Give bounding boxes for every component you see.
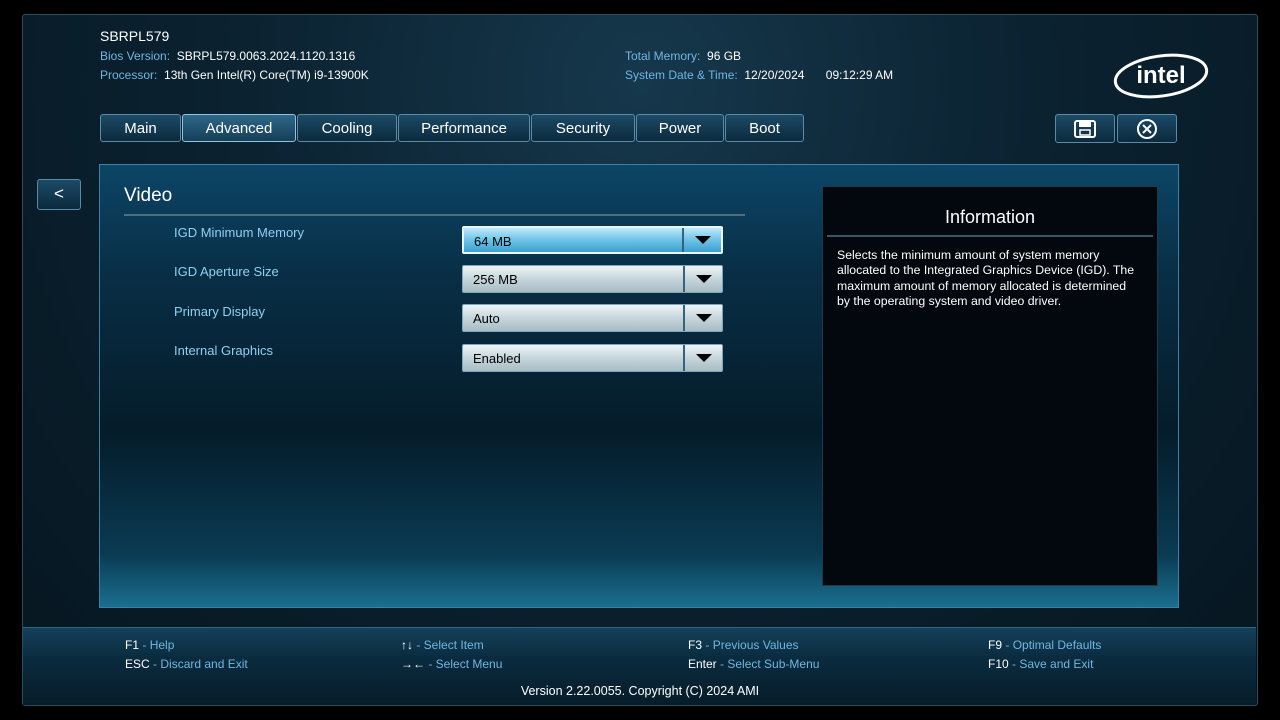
igd-aperture-size-select[interactable]: 256 MB [462,265,723,293]
setting-label-internal-graphics: Internal Graphics [174,343,273,358]
hotkey-f10: F10 - Save and Exit [988,657,1094,671]
primary-display-select[interactable]: Auto [462,304,723,332]
information-title: Information [944,207,1036,227]
setting-label-igd-aperture: IGD Aperture Size [174,264,279,279]
setting-label-primary-display: Primary Display [174,304,266,319]
datetime-label: System Date & Time: [625,68,738,82]
version-text: Version 2.22.0055. Copyright (C) 2024 AM… [520,684,760,698]
processor-value: 13th Gen Intel(R) Core(TM) i9-13900K [164,68,369,82]
tab-advanced[interactable]: Advanced [182,114,296,142]
select-value: Enabled [473,351,521,366]
exit-button[interactable] [1117,114,1177,143]
dropdown-button[interactable] [683,345,722,371]
tab-performance[interactable]: Performance [398,114,530,142]
time-value: 09:12:29 AM [825,68,894,82]
total-memory-value: 96 GB [707,49,742,63]
chevron-down-icon [695,275,712,283]
hotkey-f1: F1 - Help [125,638,175,652]
select-value: Auto [473,311,500,326]
tab-cooling[interactable]: Cooling [297,114,397,142]
information-text: Selects the minimum amount of system mem… [837,248,1135,308]
tab-power[interactable]: Power [636,114,724,142]
bios-version-row: Bios Version: SBRPL579.0063.2024.1120.13… [100,49,355,63]
dropdown-button[interactable] [683,305,722,331]
svg-text:intel: intel [1136,62,1185,89]
device-name: SBRPL579 [100,28,170,44]
bios-version-value: SBRPL579.0063.2024.1120.1316 [176,49,356,63]
hotkey-esc: ESC - Discard and Exit [125,657,248,671]
processor-row: Processor: 13th Gen Intel(R) Core(TM) i9… [100,68,369,82]
setting-label-igd-min-memory: IGD Minimum Memory [174,225,305,240]
total-memory-row: Total Memory: 96 GB [625,49,741,63]
floppy-disk-icon [1074,119,1096,138]
chevron-down-icon [695,354,712,362]
section-divider [124,214,745,216]
hotkey-enter: Enter - Select Sub-Menu [688,657,820,671]
select-value: 64 MB [474,234,512,249]
select-value: 256 MB [473,272,518,287]
internal-graphics-select[interactable]: Enabled [462,344,723,372]
back-button[interactable]: < [37,179,81,210]
datetime-row: System Date & Time: 12/20/2024 09:12:29 … [625,68,893,82]
tab-boot[interactable]: Boot [725,114,804,142]
igd-min-memory-select[interactable]: 64 MB [462,226,723,254]
dropdown-button[interactable] [682,228,721,252]
intel-logo: intel [1113,53,1209,99]
date-value: 12/20/2024 [744,68,805,82]
chevron-down-icon [694,236,711,244]
save-button[interactable] [1055,114,1115,143]
hotkey-f3: F3 - Previous Values [688,638,799,652]
tab-security[interactable]: Security [531,114,635,142]
information-panel: Information Selects the minimum amount o… [822,186,1158,586]
information-divider [827,235,1153,237]
chevron-down-icon [695,314,712,322]
section-title: Video [124,185,173,206]
total-memory-label: Total Memory: [625,49,701,63]
dropdown-button[interactable] [683,266,722,292]
tab-main[interactable]: Main [100,114,181,142]
hotkey-f9: F9 - Optimal Defaults [988,638,1102,652]
close-circle-icon [1137,118,1157,139]
processor-label: Processor: [100,68,158,82]
hotkey-arrows-horizontal: →← - Select Menu [401,657,503,671]
bios-version-label: Bios Version: [100,49,171,63]
hotkey-arrows-vertical: ↑↓ - Select Item [401,638,484,652]
